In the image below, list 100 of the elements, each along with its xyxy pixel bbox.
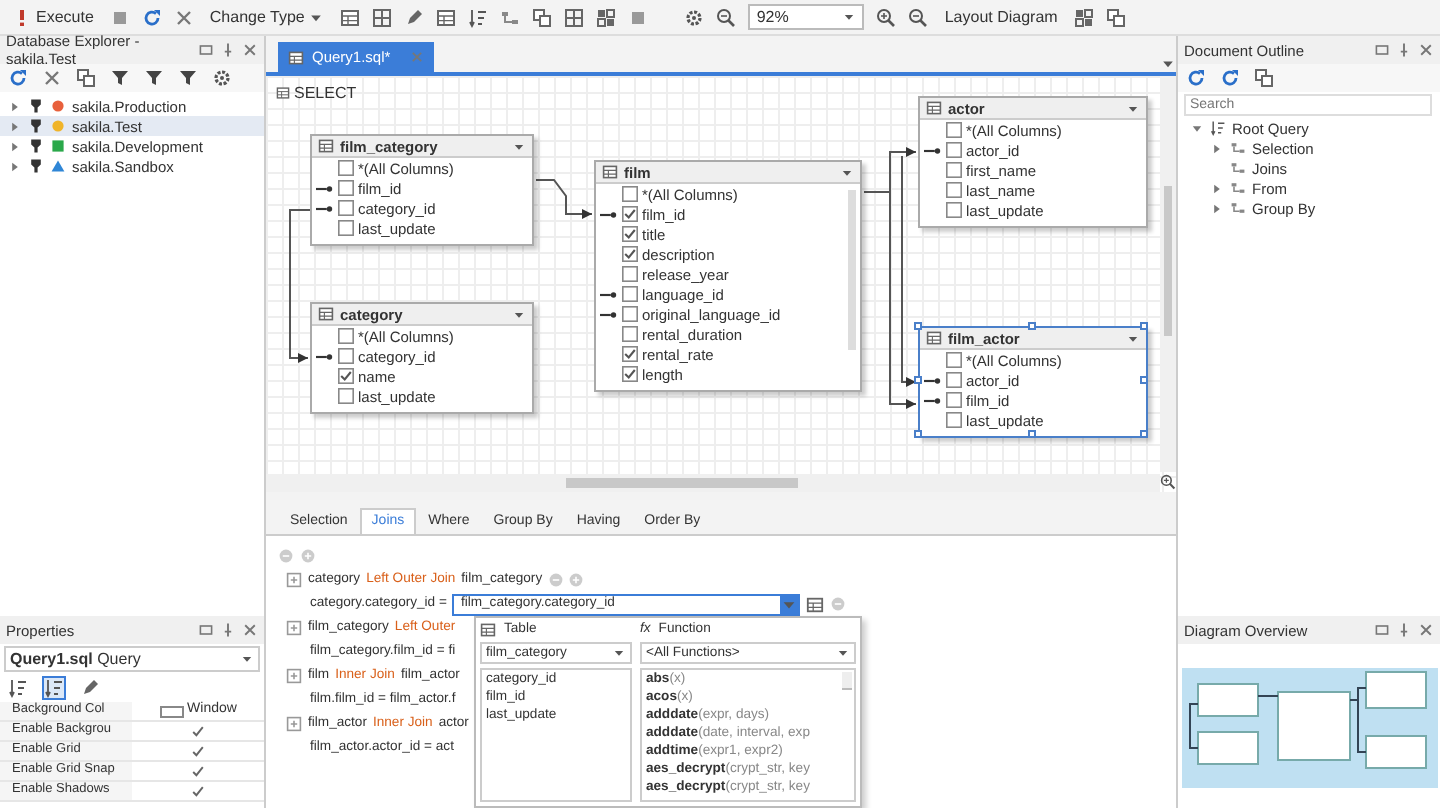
zoom-in-icon[interactable] [876, 7, 897, 27]
pin-icon[interactable] [220, 622, 236, 638]
caret-icon[interactable] [1160, 56, 1176, 72]
layout-icon[interactable] [596, 7, 617, 27]
checkbox[interactable] [622, 306, 638, 322]
checkmark-icon[interactable] [190, 783, 206, 799]
checkmark-icon[interactable] [190, 743, 206, 759]
resize-handle[interactable] [914, 430, 922, 438]
caret-icon[interactable] [512, 307, 526, 321]
expand-icon[interactable] [286, 620, 302, 636]
layout-icon[interactable] [1073, 7, 1094, 27]
layout-diagram-button[interactable]: Layout Diagram [940, 5, 1062, 29]
checkbox[interactable] [622, 246, 638, 262]
checkbox[interactable] [622, 286, 638, 302]
checkbox[interactable] [338, 328, 354, 344]
execute-button[interactable]: Execute [8, 5, 98, 29]
table-icon[interactable] [436, 7, 457, 27]
checkbox[interactable] [338, 388, 354, 404]
expand-arrow-icon[interactable] [1210, 141, 1224, 155]
checkmark-icon[interactable] [190, 763, 206, 779]
checkbox[interactable] [622, 226, 638, 242]
checkbox[interactable] [946, 142, 962, 158]
restore-icon[interactable] [1374, 622, 1390, 638]
checkbox[interactable] [338, 160, 354, 176]
checkbox[interactable] [946, 162, 962, 178]
checkbox[interactable] [946, 412, 962, 428]
caret-icon[interactable] [512, 139, 526, 153]
zoom-icon[interactable] [1160, 474, 1176, 491]
collapse-arrow-icon[interactable] [1190, 121, 1204, 135]
caret-icon[interactable] [840, 165, 854, 179]
scrollbar[interactable] [842, 672, 852, 690]
pen-icon[interactable] [404, 7, 425, 27]
copy-icon[interactable] [76, 68, 96, 88]
table-icon[interactable] [340, 7, 361, 27]
copy-icon[interactable] [1105, 7, 1126, 27]
sort-icon[interactable] [468, 7, 489, 27]
scrollbar[interactable] [266, 474, 1160, 492]
checkbox[interactable] [338, 200, 354, 216]
resize-handle[interactable] [1027, 322, 1035, 330]
checkbox[interactable] [946, 372, 962, 388]
resize-handle[interactable] [1140, 322, 1148, 330]
grid-icon[interactable] [564, 7, 585, 27]
zoom-dropdown[interactable]: 92% [748, 4, 865, 30]
gear-icon[interactable] [684, 7, 705, 27]
checkbox[interactable] [622, 326, 638, 342]
checkbox[interactable] [622, 366, 638, 382]
checkbox[interactable] [622, 186, 638, 202]
close-icon[interactable] [1418, 42, 1434, 58]
copy-icon[interactable] [532, 7, 553, 27]
properties-icon[interactable] [80, 678, 100, 698]
zoom-out-icon[interactable] [716, 7, 737, 27]
pin-icon[interactable] [1396, 42, 1412, 58]
scrollbar[interactable] [848, 190, 856, 350]
restore-icon[interactable] [198, 42, 214, 58]
table-icon[interactable] [806, 595, 825, 613]
node-icon[interactable] [500, 7, 521, 27]
checkbox[interactable] [946, 352, 962, 368]
checkbox[interactable] [946, 202, 962, 218]
checkbox[interactable] [338, 180, 354, 196]
close-icon[interactable] [42, 68, 62, 88]
checkbox[interactable] [622, 206, 638, 222]
categorized-icon[interactable] [8, 678, 28, 698]
gear-icon[interactable] [212, 68, 232, 88]
resize-handle[interactable] [914, 322, 922, 330]
close-icon[interactable] [242, 622, 258, 638]
caret-icon[interactable] [1126, 101, 1140, 115]
checkbox[interactable] [946, 182, 962, 198]
pin-icon[interactable] [1396, 622, 1412, 638]
restore-icon[interactable] [1374, 42, 1390, 58]
checkbox[interactable] [946, 392, 962, 408]
checkbox[interactable] [338, 368, 354, 384]
expand-icon[interactable] [286, 716, 302, 732]
restore-icon[interactable] [198, 622, 214, 638]
refresh-icon[interactable] [8, 68, 28, 88]
resize-handle[interactable] [1140, 430, 1148, 438]
stop-icon[interactable] [628, 7, 649, 27]
resize-handle[interactable] [1140, 376, 1148, 384]
copy-icon[interactable] [1254, 68, 1274, 88]
expand-icon[interactable] [286, 572, 302, 588]
alphabetical-icon[interactable] [44, 678, 64, 698]
checkmark-icon[interactable] [190, 723, 206, 739]
stop-icon[interactable] [109, 7, 130, 27]
change-type-button[interactable]: Change Type [205, 5, 329, 29]
checkbox[interactable] [338, 220, 354, 236]
refresh-icon[interactable] [141, 7, 162, 27]
close-icon[interactable] [242, 42, 258, 58]
caret-icon[interactable] [1126, 331, 1140, 345]
scrollbar[interactable] [1160, 76, 1176, 472]
close-icon[interactable] [173, 7, 194, 27]
checkbox[interactable] [622, 346, 638, 362]
object-dropdown[interactable]: Query1.sql Query [4, 646, 260, 672]
expand-icon[interactable] [286, 668, 302, 684]
checkbox[interactable] [946, 122, 962, 138]
pin-icon[interactable] [220, 42, 236, 58]
diagram-overview-drawing[interactable] [1182, 668, 1438, 788]
checkbox[interactable] [338, 348, 354, 364]
close-icon[interactable] [1418, 622, 1434, 638]
zoom-out-icon[interactable] [908, 7, 929, 27]
grid-icon[interactable] [372, 7, 393, 27]
checkbox[interactable] [622, 266, 638, 282]
